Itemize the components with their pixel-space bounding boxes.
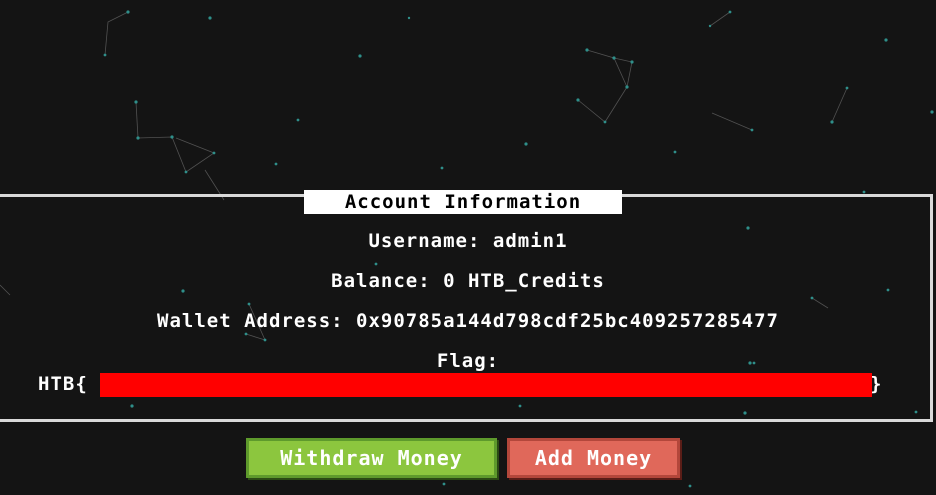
wallet-address-text: Wallet Address: 0x90785a144d798cdf25bc40… — [157, 310, 779, 332]
panel-title-text: Account Information — [340, 192, 586, 212]
username-text: Username: admin1 — [368, 230, 568, 252]
flag-label: Flag: — [436, 350, 500, 372]
panel-title: Account Information — [304, 190, 622, 214]
flag-redaction-bar — [100, 373, 872, 397]
withdraw-money-button[interactable]: Withdraw Money — [246, 438, 497, 478]
add-money-button[interactable]: Add Money — [507, 438, 680, 478]
balance-text: Balance: 0 HTB_Credits — [331, 270, 605, 292]
flag-value: HTB{ } — [38, 372, 888, 397]
flag-prefix: HTB{ — [38, 373, 88, 395]
